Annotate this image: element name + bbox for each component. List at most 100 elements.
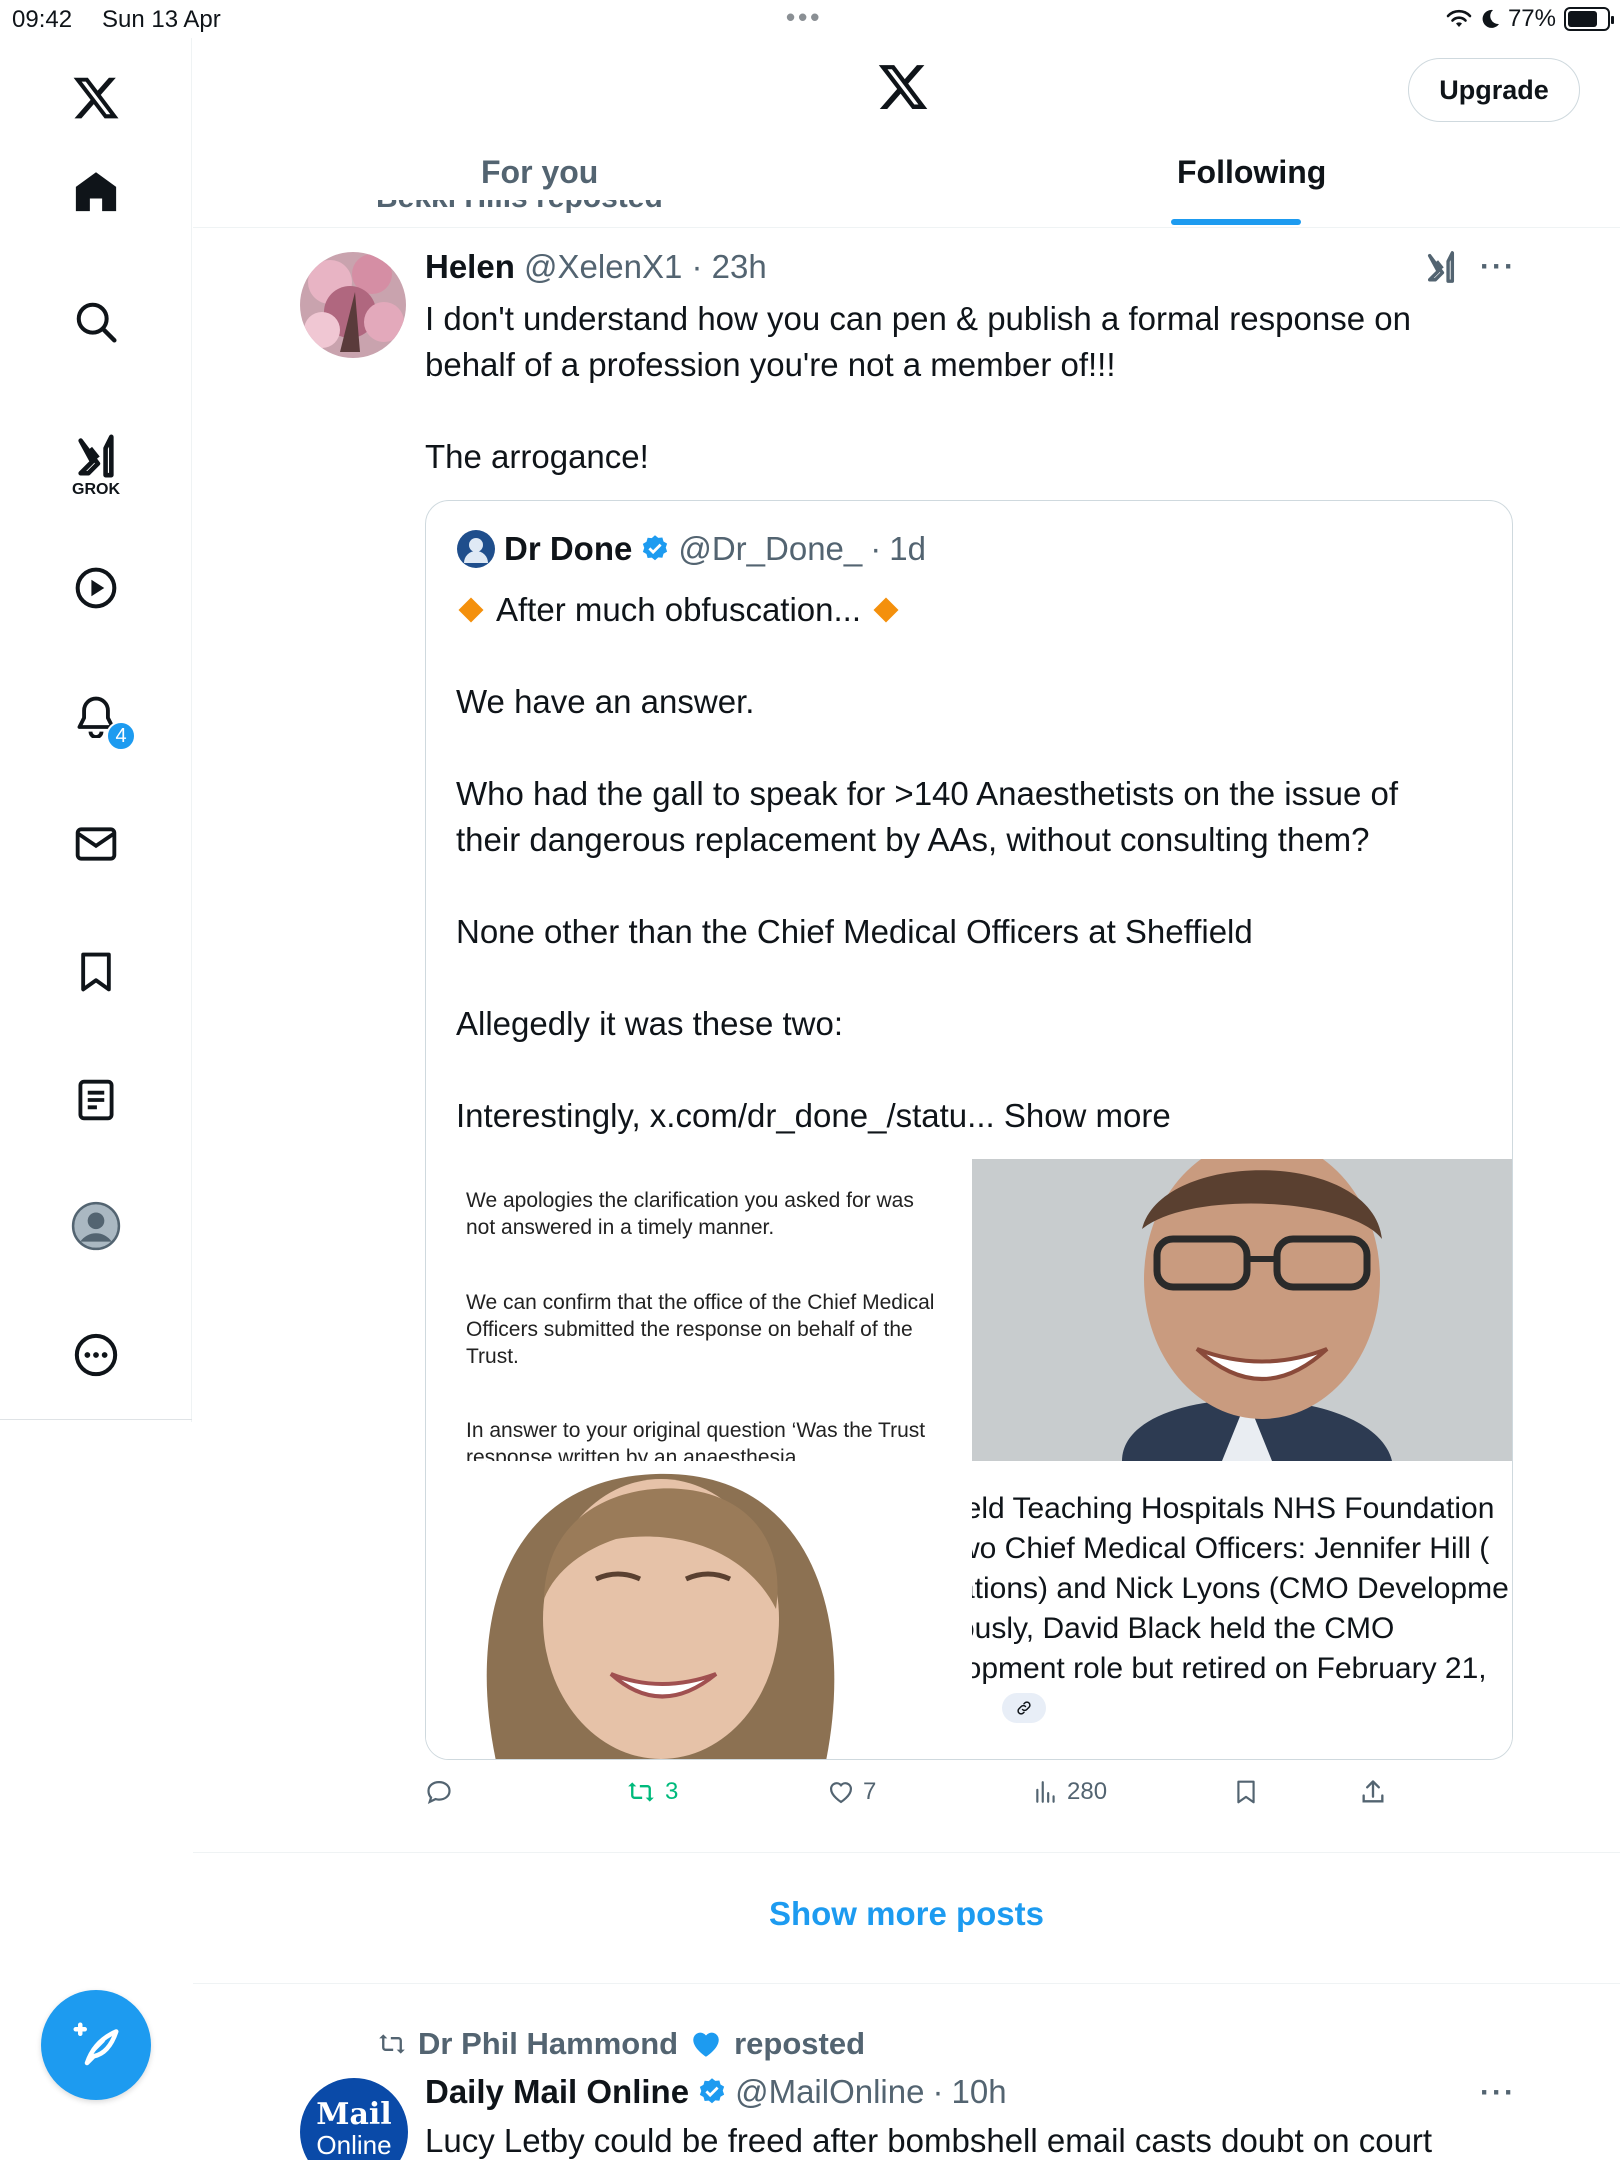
status-time: 09:42 xyxy=(12,6,73,33)
home-icon[interactable] xyxy=(66,162,126,222)
quote-text-line: Interestingly, x.com/dr_done_/statu... xyxy=(456,1097,995,1134)
quoted-tweet-card[interactable]: Dr Done @Dr_Done_ · 1d After much obfuscat… xyxy=(425,500,1513,1760)
author-handle[interactable]: @XelenX1 xyxy=(524,248,682,285)
orange-diamond-icon xyxy=(458,597,484,623)
repost-button[interactable]: 3 xyxy=(625,1778,678,1806)
views-icon xyxy=(1036,1781,1055,1803)
repost-count: 3 xyxy=(665,1778,679,1805)
repost-context-text: Bekki Hills reposted xyxy=(376,200,663,214)
repost-context-cutoff: Bekki Hills reposted xyxy=(376,200,663,228)
quote-text-line: We have an answer. xyxy=(456,683,755,720)
article-line: wo Chief Medical Officers: Jennifer Hill… xyxy=(972,1532,1490,1565)
avatar-daily-mail[interactable]: Mail Online xyxy=(300,2078,408,2160)
tab-following[interactable]: Following xyxy=(1177,154,1326,191)
share-button[interactable] xyxy=(1359,1778,1387,1806)
wifi-icon xyxy=(1446,9,1472,27)
views-button[interactable]: 280 xyxy=(1033,1778,1107,1806)
bookmark-icon[interactable] xyxy=(66,942,126,1002)
article-line: lopment role but retired on February 21, xyxy=(972,1652,1487,1685)
status-right: 77% xyxy=(1446,5,1614,33)
tab-active-indicator xyxy=(1171,219,1301,225)
tweet-more-icon[interactable]: ··· xyxy=(1480,250,1516,284)
feed-divider xyxy=(193,1983,1620,1984)
lists-icon[interactable] xyxy=(66,1070,126,1130)
quote-text-line: Who had the gall to speak for >140 Anaes… xyxy=(456,775,1399,812)
multitasking-dots-icon[interactable]: ••• xyxy=(786,2,822,33)
show-more-posts-button[interactable]: Show more posts xyxy=(193,1895,1620,1933)
quote-author-name: Dr Done xyxy=(504,530,633,567)
sidebar-nav: GROK 4 xyxy=(0,38,192,1422)
quote-author-handle: @Dr_Done_ xyxy=(678,530,863,567)
status-date: Sun 13 Apr xyxy=(102,6,221,33)
like-button[interactable]: 7 xyxy=(827,1778,876,1806)
blue-heart-icon xyxy=(693,2032,719,2057)
search-icon[interactable] xyxy=(66,292,126,352)
quote-text-line: their dangerous replacement by AAs, with… xyxy=(456,821,1370,858)
bookmark-icon xyxy=(1237,1780,1255,1804)
status-bar: 09:42 Sun 13 Apr ••• 77% xyxy=(0,0,1620,38)
video-icon[interactable] xyxy=(66,558,126,618)
reposter-name[interactable]: Dr Phil Hammond xyxy=(418,2026,678,2062)
doc-paragraph: In answer to your original question ‘Was… xyxy=(466,1419,926,1461)
quote-text-line: None other than the Chief Medical Office… xyxy=(456,913,1253,950)
link-chip xyxy=(1002,1693,1046,1723)
x-logo-icon[interactable] xyxy=(66,68,126,128)
profile-icon[interactable] xyxy=(66,1196,126,1256)
sidebar-separator xyxy=(0,1419,192,1420)
grok-explain-icon[interactable] xyxy=(1424,250,1458,289)
author-name[interactable]: Daily Mail Online xyxy=(425,2073,689,2111)
compose-feather-icon xyxy=(73,2022,119,2066)
orange-diamond-icon xyxy=(873,597,899,623)
mail-icon[interactable] xyxy=(66,814,126,874)
tweet2-author-line: Daily Mail Online @MailOnline · 10h xyxy=(425,2073,1007,2111)
grok-label: GROK xyxy=(72,481,120,498)
article-line: ield Teaching Hospitals NHS Foundation xyxy=(972,1492,1495,1525)
media-image-portrait-woman[interactable] xyxy=(426,1469,964,1759)
tweet-action-bar: 3 7 280 xyxy=(425,1778,1425,1818)
verified-badge-icon xyxy=(699,2078,725,2104)
tweet-text-line: I don't understand how you can pen & pub… xyxy=(425,300,1411,337)
quote-author-line: Dr Done @Dr_Done_ · 1d xyxy=(456,529,926,569)
share-icon xyxy=(1362,1780,1384,1803)
battery-icon xyxy=(1564,7,1614,31)
more-icon[interactable] xyxy=(66,1325,126,1385)
repost-context: Dr Phil Hammond reposted xyxy=(376,2026,865,2062)
reposted-suffix: reposted xyxy=(734,2026,866,2061)
doc-paragraph: We apologies the clarification you asked… xyxy=(466,1189,914,1239)
quote-text-line: After much obfuscation... xyxy=(496,591,862,628)
avatar-helen[interactable] xyxy=(300,252,406,358)
article-line: ously, David Black held the CMO xyxy=(972,1612,1395,1645)
repost-icon xyxy=(628,1782,654,1802)
heart-icon xyxy=(829,1782,853,1804)
tab-for-you[interactable]: For you xyxy=(481,154,598,191)
repost-icon xyxy=(379,2034,405,2054)
tweet-text-line: behalf of a profession you're not a memb… xyxy=(425,346,1116,383)
avatar-logo-text: Mail xyxy=(316,2097,392,2132)
media-image-portrait-man[interactable] xyxy=(972,1159,1512,1461)
like-count: 7 xyxy=(863,1778,877,1805)
tweet-body: I don't understand how you can pen & pub… xyxy=(425,296,1505,480)
author-handle[interactable]: @MailOnline xyxy=(735,2073,924,2111)
tweet2-more-icon[interactable]: ··· xyxy=(1480,2076,1516,2110)
article-text-block: ield Teaching Hospitals NHS Foundation w… xyxy=(972,1489,1509,1689)
media-image-document[interactable]: We apologies the clarification you asked… xyxy=(426,1159,964,1461)
notification-badge: 4 xyxy=(106,721,136,751)
bookmark-button[interactable] xyxy=(1233,1778,1259,1806)
tweet-author-line: Helen @XelenX1 · 23h xyxy=(425,248,767,285)
tweet-text-line: The arrogance! xyxy=(425,438,649,475)
quote-time: 1d xyxy=(889,530,926,567)
x-logo-header-icon[interactable] xyxy=(876,60,930,119)
quote-avatar[interactable] xyxy=(456,529,496,569)
show-more-link[interactable]: Show more xyxy=(1004,1097,1171,1134)
reply-button[interactable] xyxy=(425,1778,461,1806)
tweet-time[interactable]: 10h xyxy=(951,2073,1006,2111)
feed-divider xyxy=(193,1852,1620,1853)
tweet-time[interactable]: 23h xyxy=(712,248,767,285)
compose-button[interactable] xyxy=(41,1990,151,2100)
grok-icon[interactable]: GROK xyxy=(66,426,126,506)
battery-percent: 77% xyxy=(1507,5,1556,32)
upgrade-button[interactable]: Upgrade xyxy=(1408,58,1580,122)
author-name[interactable]: Helen xyxy=(425,248,515,285)
media-image-article[interactable]: ield Teaching Hospitals NHS Foundation w… xyxy=(972,1469,1512,1759)
doc-paragraph: We can confirm that the office of the Ch… xyxy=(466,1291,935,1368)
